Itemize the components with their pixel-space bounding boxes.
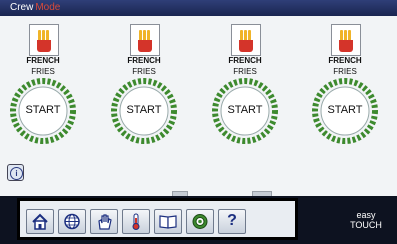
info-icon: i: [10, 167, 23, 180]
start-label: START: [327, 104, 363, 116]
thermometer-icon: [132, 213, 140, 230]
product-name-line1: FRENCH: [127, 56, 161, 65]
product-slot-4: FRENCH FRIES START: [310, 24, 380, 174]
help-icon: ?: [227, 212, 237, 229]
mode-title: Crew Mode: [10, 2, 61, 13]
temperature-button[interactable]: [122, 209, 150, 234]
crew-button[interactable]: [90, 209, 118, 234]
home-icon: [32, 213, 48, 230]
toolbar: ?: [17, 198, 298, 240]
start-button[interactable]: START: [210, 76, 280, 146]
logo-line1: easy: [356, 210, 376, 220]
info-button[interactable]: i: [7, 164, 24, 181]
recycle-icon: [192, 214, 208, 229]
start-button[interactable]: START: [8, 76, 78, 146]
product-slot-1: FRENCH FRIES START: [8, 24, 78, 174]
language-button[interactable]: [58, 209, 86, 234]
filter-button[interactable]: [186, 209, 214, 234]
product-name-line2: FRIES: [233, 67, 257, 76]
globe-icon: [64, 213, 80, 230]
logo-line2: TOUCH: [350, 220, 382, 230]
start-label: START: [227, 104, 263, 116]
product-name-line1: FRENCH: [228, 56, 262, 65]
easy-touch-logo: easy TOUCH: [340, 210, 392, 230]
product-name-line1: FRENCH: [328, 56, 362, 65]
help-button[interactable]: ?: [218, 209, 246, 234]
product-name-line2: FRIES: [132, 67, 156, 76]
start-label: START: [126, 104, 162, 116]
hand-icon: [98, 214, 112, 230]
home-button[interactable]: [26, 209, 54, 234]
title-bar: Crew Mode: [0, 0, 397, 16]
french-fries-icon: [29, 24, 59, 56]
product-slot-2: FRENCH FRIES START: [109, 24, 179, 174]
start-button[interactable]: START: [310, 76, 380, 146]
french-fries-icon: [231, 24, 261, 56]
product-name-line2: FRIES: [333, 67, 357, 76]
french-fries-icon: [331, 24, 361, 56]
start-button[interactable]: START: [109, 76, 179, 146]
start-label: START: [25, 104, 61, 116]
french-fries-icon: [130, 24, 160, 56]
recipes-button[interactable]: [154, 209, 182, 234]
product-name-line1: FRENCH: [26, 56, 60, 65]
product-name-line2: FRIES: [31, 67, 55, 76]
product-slot-3: FRENCH FRIES START: [210, 24, 280, 174]
book-icon: [159, 215, 177, 229]
product-panel: FRENCH FRIES START FRENCH FRIES START FR…: [0, 16, 397, 200]
